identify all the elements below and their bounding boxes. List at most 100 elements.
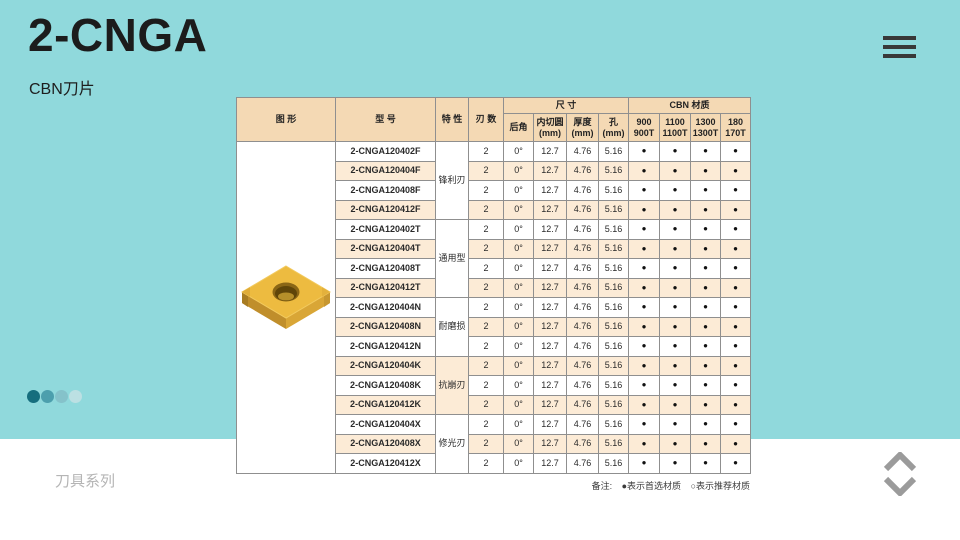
- model-cell: 2-CNGA120412N: [336, 337, 436, 357]
- inscribed-circle-cell: 12.7: [534, 434, 567, 454]
- inscribed-circle-cell: 12.7: [534, 181, 567, 201]
- relief-angle-cell: 0°: [504, 278, 534, 298]
- material-dot-cell: ●: [660, 239, 691, 259]
- relief-angle-cell: 0°: [504, 454, 534, 474]
- thickness-cell: 4.76: [567, 434, 599, 454]
- series-label: 刀具系列: [55, 470, 115, 491]
- material-dot-cell: ●: [660, 278, 691, 298]
- material-dot-cell: ●: [691, 376, 721, 396]
- col-header-relief-angle: 后角: [504, 114, 534, 142]
- material-dot-cell: ●: [660, 356, 691, 376]
- inscribed-circle-cell: 12.7: [534, 298, 567, 318]
- edges-cell: 2: [469, 317, 504, 337]
- material-dot-cell: ●: [629, 259, 660, 279]
- pagination-dot[interactable]: [41, 390, 54, 403]
- feature-cell: 通用型: [436, 220, 469, 298]
- thickness-cell: 4.76: [567, 220, 599, 240]
- page-title: 2-CNGA: [28, 8, 207, 62]
- table-body: 2-CNGA120402F锋利刃20°12.74.765.16●●●●2-CNG…: [237, 142, 751, 474]
- menu-bar: [883, 36, 916, 40]
- edges-cell: 2: [469, 200, 504, 220]
- inscribed-circle-cell: 12.7: [534, 278, 567, 298]
- group-header-cbn: CBN 材质: [629, 98, 751, 114]
- feature-cell: 抗崩刃: [436, 356, 469, 415]
- material-dot-cell: ●: [629, 454, 660, 474]
- col-header-material: 900 900T: [629, 114, 660, 142]
- col-header-thickness: 厚度 (mm): [567, 114, 599, 142]
- material-dot-cell: ●: [660, 181, 691, 201]
- inscribed-circle-cell: 12.7: [534, 454, 567, 474]
- hole-cell: 5.16: [599, 142, 629, 162]
- material-dot-cell: ●: [691, 356, 721, 376]
- menu-icon[interactable]: [883, 36, 916, 58]
- material-dot-cell: ●: [691, 415, 721, 435]
- hole-cell: 5.16: [599, 220, 629, 240]
- relief-angle-cell: 0°: [504, 415, 534, 435]
- col-header-material: 1300 1300T: [691, 114, 721, 142]
- menu-bar: [883, 54, 916, 58]
- material-dot-cell: ●: [629, 200, 660, 220]
- material-dot-cell: ●: [691, 454, 721, 474]
- material-dot-cell: ●: [629, 395, 660, 415]
- model-cell: 2-CNGA120404T: [336, 239, 436, 259]
- hole-cell: 5.16: [599, 239, 629, 259]
- material-dot-cell: ●: [691, 220, 721, 240]
- relief-angle-cell: 0°: [504, 181, 534, 201]
- model-cell: 2-CNGA120408T: [336, 259, 436, 279]
- menu-bar: [883, 45, 916, 49]
- model-cell: 2-CNGA120408N: [336, 317, 436, 337]
- material-dot-cell: ●: [629, 220, 660, 240]
- material-dot-cell: ●: [660, 376, 691, 396]
- col-header-image: 图 形: [237, 98, 336, 142]
- hole-cell: 5.16: [599, 376, 629, 396]
- material-dot-cell: ●: [691, 259, 721, 279]
- edges-cell: 2: [469, 161, 504, 181]
- hole-cell: 5.16: [599, 161, 629, 181]
- chevron-up-icon[interactable]: [883, 452, 917, 472]
- pagination-dot[interactable]: [55, 390, 68, 403]
- material-dot-cell: ●: [629, 239, 660, 259]
- legend-recommended: ○表示推荐材质: [691, 481, 750, 491]
- model-cell: 2-CNGA120408F: [336, 181, 436, 201]
- edges-cell: 2: [469, 278, 504, 298]
- edges-cell: 2: [469, 454, 504, 474]
- edges-cell: 2: [469, 298, 504, 318]
- material-dot-cell: ●: [721, 239, 751, 259]
- relief-angle-cell: 0°: [504, 259, 534, 279]
- table-note: 备注: ●表示首选材质 ○表示推荐材质: [236, 479, 750, 492]
- thickness-cell: 4.76: [567, 356, 599, 376]
- relief-angle-cell: 0°: [504, 239, 534, 259]
- material-dot-cell: ●: [721, 200, 751, 220]
- thickness-cell: 4.76: [567, 181, 599, 201]
- thickness-cell: 4.76: [567, 395, 599, 415]
- relief-angle-cell: 0°: [504, 317, 534, 337]
- material-dot-cell: ●: [691, 317, 721, 337]
- relief-angle-cell: 0°: [504, 395, 534, 415]
- material-dot-cell: ●: [629, 298, 660, 318]
- material-dot-cell: ●: [691, 434, 721, 454]
- material-dot-cell: ●: [691, 181, 721, 201]
- material-dot-cell: ●: [629, 278, 660, 298]
- material-dot-cell: ●: [629, 142, 660, 162]
- edges-cell: 2: [469, 220, 504, 240]
- material-dot-cell: ●: [629, 434, 660, 454]
- pagination-dot[interactable]: [27, 390, 40, 403]
- material-dot-cell: ●: [660, 337, 691, 357]
- model-cell: 2-CNGA120408K: [336, 376, 436, 396]
- pagination: [27, 390, 82, 403]
- material-dot-cell: ●: [660, 298, 691, 318]
- relief-angle-cell: 0°: [504, 356, 534, 376]
- inscribed-circle-cell: 12.7: [534, 376, 567, 396]
- edges-cell: 2: [469, 181, 504, 201]
- group-header-size: 尺 寸: [504, 98, 629, 114]
- thickness-cell: 4.76: [567, 200, 599, 220]
- material-dot-cell: ●: [691, 278, 721, 298]
- thickness-cell: 4.76: [567, 337, 599, 357]
- material-dot-cell: ●: [721, 434, 751, 454]
- chevron-down-icon[interactable]: [883, 476, 917, 496]
- material-dot-cell: ●: [691, 239, 721, 259]
- pagination-dot[interactable]: [69, 390, 82, 403]
- material-dot-cell: ●: [691, 142, 721, 162]
- material-dot-cell: ●: [660, 161, 691, 181]
- col-header-material: 180 170T: [721, 114, 751, 142]
